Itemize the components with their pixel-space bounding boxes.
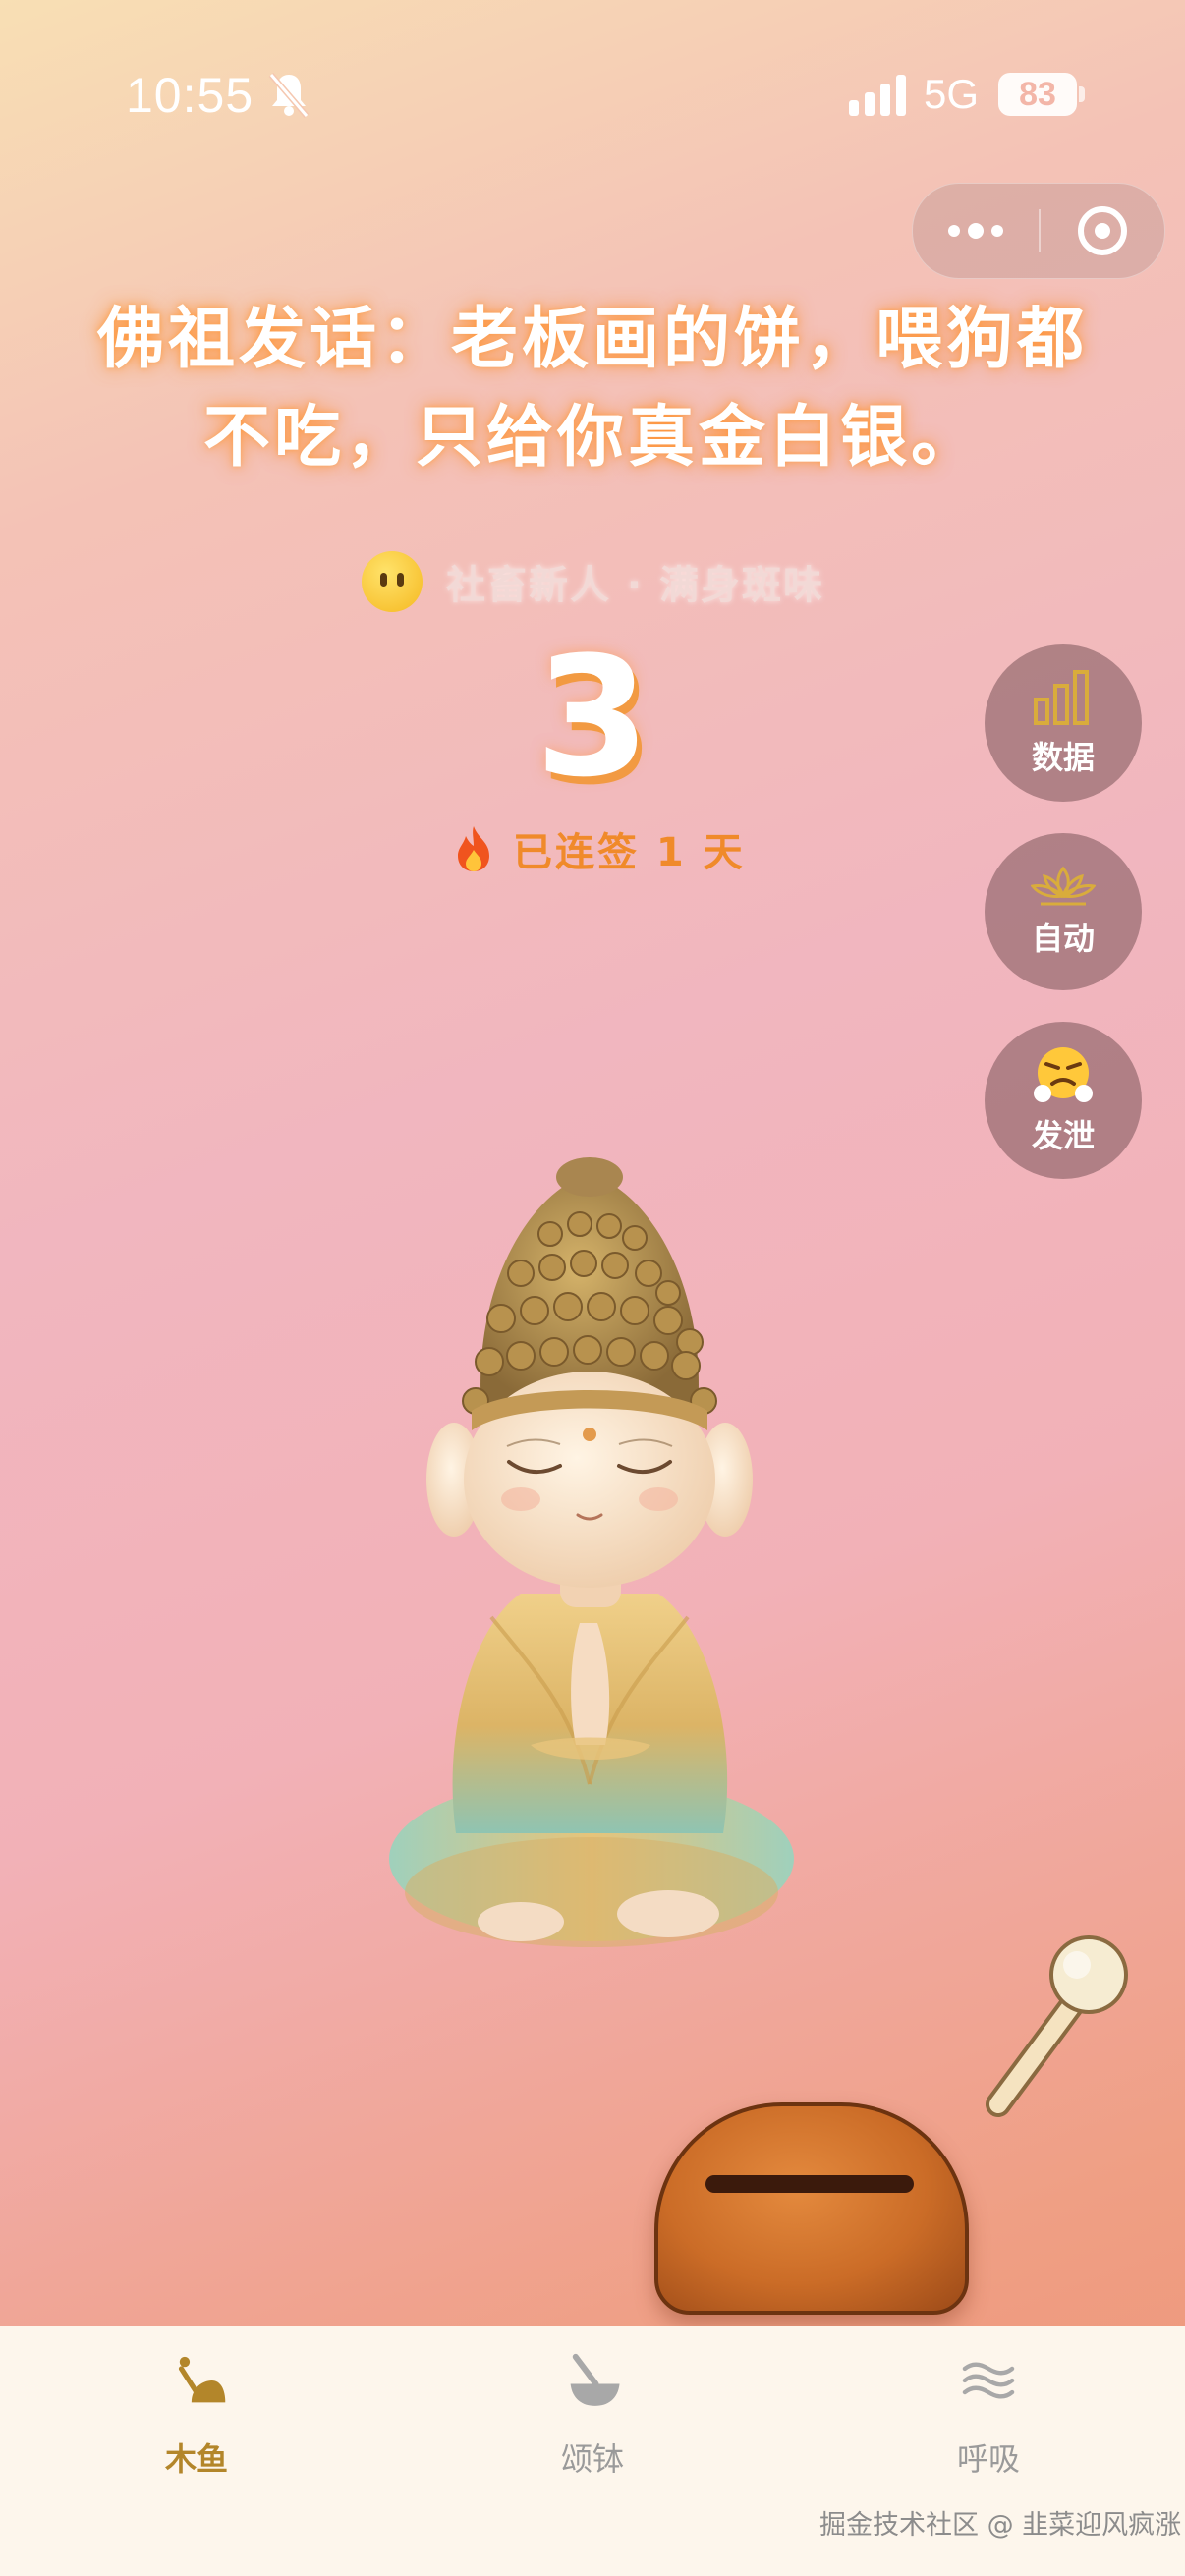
status-time: 10:55	[126, 68, 254, 123]
streak-indicator: 已连签 1 天	[454, 821, 746, 876]
quote-line-2: 不吃，只给你真金白银。	[202, 399, 982, 476]
signal-icon	[849, 75, 906, 116]
data-button[interactable]: 数据	[985, 644, 1142, 802]
buddha-quote: 佛祖发话：老板画的饼，喂狗都 不吃，只给你真金白银。	[49, 291, 1136, 487]
more-dots-icon[interactable]	[913, 184, 1039, 278]
auto-button[interactable]: 自动	[985, 833, 1142, 990]
tab-wooden-fish-label: 木鱼	[164, 2440, 228, 2478]
data-button-label: 数据	[1031, 739, 1095, 776]
tab-singing-bowl-label: 颂钵	[560, 2440, 624, 2478]
rank-text: 社畜新人 · 满身斑味	[446, 563, 825, 608]
rank-badge: 社畜新人 · 满身斑味	[362, 548, 824, 615]
auto-button-label: 自动	[1031, 920, 1095, 957]
vent-button[interactable]: 发泄	[985, 1022, 1142, 1179]
merit-counter: 3	[535, 621, 650, 813]
flame-icon	[458, 826, 489, 871]
tab-breathing[interactable]: 呼吸	[890, 2342, 1087, 2480]
angry-face-icon	[1034, 1047, 1093, 1102]
buddha-figure[interactable]	[373, 1155, 806, 1961]
streak-text: 已连签 1 天	[513, 830, 746, 875]
mallet[interactable]	[963, 1922, 1140, 2128]
battery-indicator: 83	[998, 73, 1077, 116]
network-type: 5G	[924, 71, 980, 117]
wooden-fish-slot	[705, 2175, 914, 2193]
vent-button-label: 发泄	[1031, 1117, 1095, 1154]
watermark: 掘金技术社区 @ 韭菜迎风疯涨	[819, 2510, 1182, 2541]
quote-line-1: 佛祖发话：老板画的饼，喂狗都	[96, 301, 1088, 378]
bell-mute-icon	[268, 73, 310, 118]
wooden-fish-icon	[178, 2356, 226, 2403]
waves-icon	[962, 2362, 1015, 2399]
wooden-fish[interactable]	[654, 2102, 969, 2315]
tab-wooden-fish[interactable]: 木鱼	[98, 2342, 295, 2480]
bar-chart-icon	[1034, 670, 1089, 725]
lotus-icon	[1031, 866, 1096, 906]
neutral-face-icon	[362, 551, 423, 612]
tab-breathing-label: 呼吸	[956, 2440, 1020, 2478]
battery-level: 83	[1019, 75, 1056, 113]
battery-tip	[1079, 86, 1085, 102]
singing-bowl-icon	[570, 2353, 620, 2406]
close-target-icon[interactable]	[1041, 184, 1164, 278]
tab-singing-bowl[interactable]: 颂钵	[494, 2342, 691, 2480]
miniprogram-capsule	[912, 183, 1165, 279]
